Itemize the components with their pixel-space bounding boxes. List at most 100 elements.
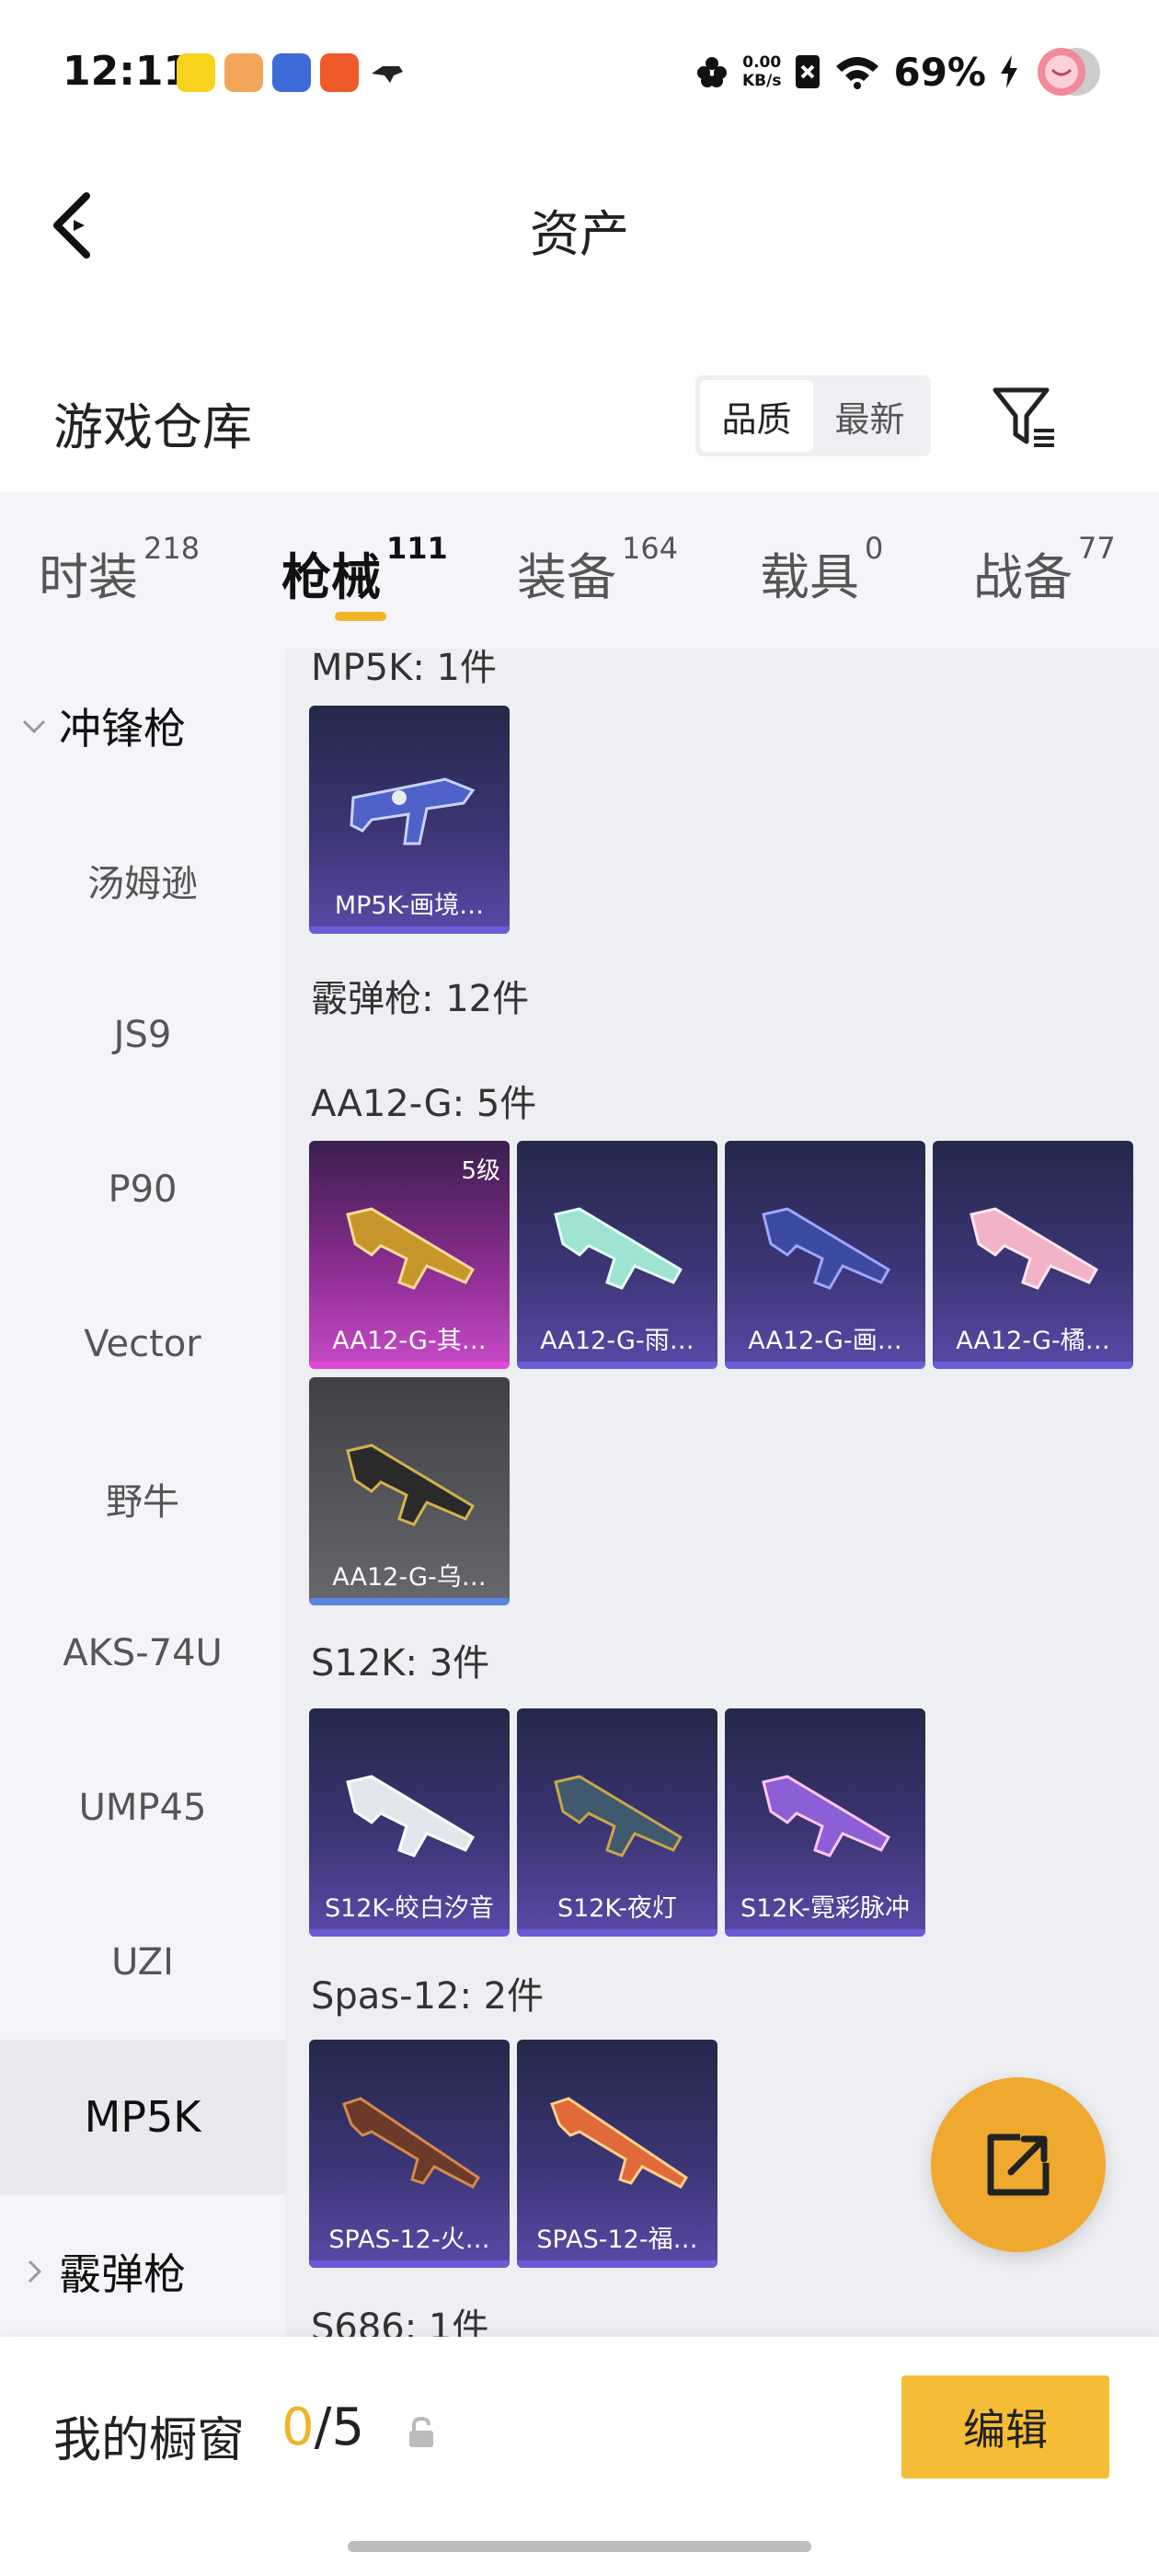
weapon-card-name: MP5K-画境… (334, 891, 485, 920)
home-indicator[interactable] (348, 2541, 811, 2552)
shotgun-icon (554, 1207, 683, 1290)
weapon-card-name: AA12-G-其… (332, 1327, 487, 1355)
sidebar-item-p90[interactable]: P90 (0, 1112, 285, 1267)
tab-firearms[interactable]: 枪械 111 (281, 531, 448, 609)
sort-newest-button[interactable]: 最新 (813, 380, 926, 452)
shotgun-icon (346, 1443, 476, 1526)
share-icon (987, 2133, 1050, 2196)
sidebar-item-bizon[interactable]: 野牛 (0, 1421, 285, 1576)
category-tabs: 时装 218 枪械 111 装备 164 载具 0 战备 77 (0, 492, 1159, 649)
sidebar-item-aks74u[interactable]: AKS-74U (0, 1576, 285, 1731)
rarity-bar (933, 1362, 1133, 1369)
weapon-card[interactable]: AA12-G-乌… (309, 1377, 510, 1605)
sim-blocked-icon (796, 55, 820, 88)
status-indicators: 0.00 KB/s 69% (694, 44, 1104, 99)
rarity-bar (725, 1362, 925, 1369)
tab-combat-prep[interactable]: 战备 77 (973, 531, 1116, 609)
rarity-bar (309, 2260, 510, 2268)
tab-count: 164 (622, 531, 679, 566)
weapon-card-name: S12K-霓彩脉冲 (740, 1894, 911, 1923)
weapon-card[interactable]: S12K-夜灯 (517, 1708, 717, 1937)
warehouse-title: 游戏仓库 (53, 398, 252, 456)
tab-label: 载具 (760, 548, 859, 606)
group-header-aa12: AA12-G: 5件 (311, 1083, 537, 1125)
tab-count: 77 (1078, 531, 1116, 566)
net-speed-value: 0.00 (742, 53, 782, 72)
weapon-card-name: AA12-G-乌… (332, 1563, 487, 1592)
app-notification-icon (320, 53, 359, 92)
rarity-bar (517, 2260, 717, 2268)
tab-count: 111 (386, 531, 448, 566)
rarity-bar (309, 926, 510, 934)
avatar-icon (1038, 48, 1100, 96)
tab-count: 218 (143, 531, 201, 566)
sidebar-item-uzi[interactable]: UZI (0, 1885, 285, 2040)
sidebar-item-mp5k[interactable]: MP5K (0, 2040, 285, 2194)
app-header: 资产 (0, 147, 1159, 304)
weapon-card-name: AA12-G-画… (748, 1327, 902, 1355)
app-notification-icon (272, 53, 311, 92)
flower-icon (697, 57, 727, 87)
sidebar-group-shotgun[interactable]: 霰弹枪 (0, 2194, 285, 2349)
chevron-right-icon (28, 2260, 42, 2283)
share-button[interactable] (931, 2077, 1106, 2252)
group-header-s12k: S12K: 3件 (311, 1642, 490, 1685)
weapon-card-name: AA12-G-雨… (540, 1327, 694, 1355)
weapon-card-name: SPAS-12-福… (536, 2225, 698, 2254)
sort-toggle: 品质 最新 (695, 375, 931, 456)
lock-icon (409, 2416, 433, 2447)
weapon-card[interactable]: S12K-皎白汐音 (309, 1708, 510, 1937)
tab-equipment[interactable]: 装备 164 (517, 531, 678, 609)
tab-count: 0 (865, 531, 884, 566)
weapon-card[interactable]: MP5K-画境… (309, 706, 510, 934)
rarity-bar (517, 1362, 717, 1369)
showcase-footer: 我的橱窗 0/5 编辑 (0, 2337, 1159, 2576)
rarity-bar (309, 1929, 510, 1937)
filter-icon[interactable] (990, 383, 1060, 453)
net-speed-unit: KB/s (742, 72, 782, 90)
sidebar-group-smg[interactable]: 冲锋枪 (0, 649, 285, 803)
status-bar: 12:11 0.00 KB/s 69% (0, 0, 1159, 147)
rarity-bar (517, 1929, 717, 1937)
tab-fashion[interactable]: 时装 218 (39, 531, 200, 609)
weapon-card[interactable]: AA12-G-橘… (933, 1141, 1133, 1369)
showcase-current: 0 (281, 2398, 315, 2457)
app-notification-icon (224, 53, 263, 92)
weapon-card-name: S12K-夜灯 (557, 1894, 678, 1923)
rarity-bar (725, 1929, 925, 1937)
sort-quality-button[interactable]: 品质 (700, 380, 813, 452)
page-title: 资产 (530, 205, 629, 263)
tab-label: 枪械 (281, 548, 381, 606)
shotgun-icon (970, 1207, 1099, 1290)
sidebar-item-thompson[interactable]: 汤姆逊 (0, 803, 285, 958)
smg-icon (350, 777, 476, 845)
weapon-card-name: SPAS-12-火… (328, 2225, 490, 2254)
notification-icons (177, 53, 407, 92)
app-notification-icon (177, 53, 215, 92)
warehouse-header: 游戏仓库 品质 最新 (0, 350, 1159, 488)
sidebar-group-label: 霰弹枪 (59, 2249, 186, 2299)
group-header-s686: S686: 1件 (311, 2306, 489, 2337)
tab-label: 装备 (517, 548, 616, 606)
weapon-card-name: S12K-皎白汐音 (324, 1894, 495, 1923)
showcase-count: 0/5 (281, 2398, 364, 2457)
rifle-icon (762, 1775, 891, 1857)
active-tab-indicator (335, 612, 386, 621)
weapon-card[interactable]: SPAS-12-火… (309, 2040, 510, 2268)
weapon-card[interactable]: AA12-G-画… (725, 1141, 925, 1369)
shotgun-icon (550, 2097, 689, 2189)
sidebar-group-label: 冲锋枪 (59, 704, 186, 753)
rarity-bar (309, 1362, 510, 1369)
sidebar-item-js9[interactable]: JS9 (0, 958, 285, 1112)
weapon-card[interactable]: S12K-霓彩脉冲 (725, 1708, 925, 1937)
tab-vehicles[interactable]: 载具 0 (760, 531, 883, 609)
rifle-icon (554, 1775, 683, 1857)
weapon-card[interactable]: AA12-G-雨… (517, 1141, 717, 1369)
rifle-icon (346, 1775, 476, 1857)
weapon-card[interactable]: 5级 AA12-G-其… (309, 1141, 510, 1369)
sidebar-item-vector[interactable]: Vector (0, 1267, 285, 1421)
weapon-card[interactable]: SPAS-12-福… (517, 2040, 717, 2268)
edit-button[interactable]: 编辑 (901, 2375, 1109, 2478)
app-notification-icon (368, 53, 407, 92)
sidebar-item-ump45[interactable]: UMP45 (0, 1731, 285, 1885)
